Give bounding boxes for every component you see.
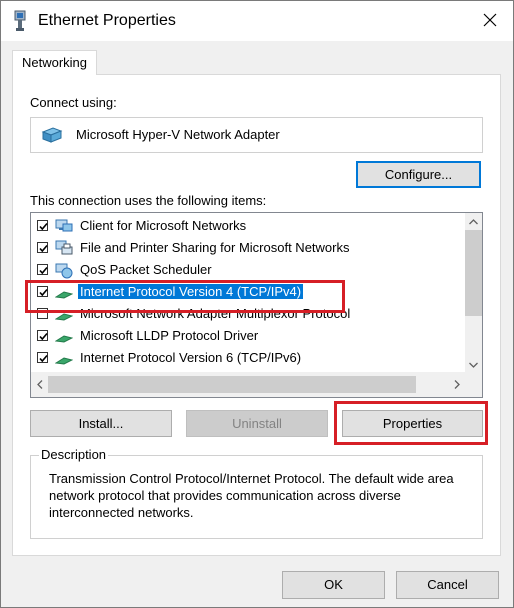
uninstall-button-label: Uninstall xyxy=(232,416,282,431)
items-list[interactable]: Client for Microsoft Networks File and P… xyxy=(30,212,483,398)
tab-networking[interactable]: Networking xyxy=(12,50,97,75)
properties-button-label: Properties xyxy=(382,416,443,431)
cancel-button-label: Cancel xyxy=(427,577,468,592)
ok-button[interactable]: OK xyxy=(282,571,385,599)
adapter-name: Microsoft Hyper-V Network Adapter xyxy=(76,127,280,142)
item-label: QoS Packet Scheduler xyxy=(80,262,212,277)
scroll-down-icon[interactable] xyxy=(465,356,482,373)
checkbox-file-printer-sharing[interactable] xyxy=(37,242,48,253)
uninstall-button[interactable]: Uninstall xyxy=(186,410,328,437)
vertical-scroll-thumb[interactable] xyxy=(465,230,482,316)
description-text: Transmission Control Protocol/Internet P… xyxy=(49,471,454,520)
protocol-icon xyxy=(54,349,74,367)
close-icon xyxy=(483,13,497,30)
vertical-scrollbar[interactable] xyxy=(465,213,482,373)
item-label: Client for Microsoft Networks xyxy=(80,218,247,233)
install-button[interactable]: Install... xyxy=(30,410,172,437)
checkbox-qos[interactable] xyxy=(37,264,48,275)
list-item-lldp[interactable]: Microsoft LLDP Protocol Driver xyxy=(31,325,459,347)
file-printer-sharing-icon xyxy=(55,239,73,257)
protocol-icon xyxy=(54,283,74,301)
list-item-multiplexor[interactable]: Microsoft Network Adapter Multiplexor Pr… xyxy=(31,303,459,325)
item-label: Microsoft Network Adapter Multiplexor Pr… xyxy=(80,306,351,321)
scroll-up-icon[interactable] xyxy=(465,213,482,230)
ethernet-properties-dialog: Ethernet Properties Networking Connect u… xyxy=(0,0,514,608)
client-network-icon xyxy=(55,217,73,235)
list-item-qos[interactable]: QoS Packet Scheduler xyxy=(31,259,459,281)
item-label: Internet Protocol Version 4 (TCP/IPv4) xyxy=(78,284,304,299)
adapter-field: Microsoft Hyper-V Network Adapter xyxy=(30,117,483,153)
item-label: File and Printer Sharing for Microsoft N… xyxy=(80,240,350,255)
close-button[interactable] xyxy=(467,1,513,41)
title-bar: Ethernet Properties xyxy=(1,1,513,41)
scroll-right-icon[interactable] xyxy=(448,376,465,393)
configure-button-label: Configure... xyxy=(384,167,453,182)
qos-scheduler-icon xyxy=(55,261,73,279)
item-label: Microsoft LLDP Protocol Driver xyxy=(80,328,259,343)
protocol-icon xyxy=(54,327,74,345)
list-item-ipv4[interactable]: Internet Protocol Version 4 (TCP/IPv4) xyxy=(31,281,459,303)
configure-button[interactable]: Configure... xyxy=(356,161,481,188)
description-group: Description Transmission Control Protoco… xyxy=(30,447,483,539)
window-title: Ethernet Properties xyxy=(38,12,176,29)
ethernet-adapter-icon xyxy=(12,10,28,32)
horizontal-scrollbar[interactable] xyxy=(31,372,482,397)
checkbox-client[interactable] xyxy=(37,220,48,231)
cancel-button[interactable]: Cancel xyxy=(396,571,499,599)
ok-button-label: OK xyxy=(324,577,343,592)
scroll-left-icon[interactable] xyxy=(31,376,48,393)
description-legend: Description xyxy=(39,447,109,462)
checkbox-ipv6[interactable] xyxy=(37,352,48,363)
checkbox-multiplexor[interactable] xyxy=(37,308,48,319)
checkbox-lldp[interactable] xyxy=(37,330,48,341)
connect-using-label: Connect using: xyxy=(30,95,117,110)
horizontal-scroll-thumb[interactable] xyxy=(48,376,416,393)
checkbox-ipv4[interactable] xyxy=(37,286,48,297)
list-item-file-printer-sharing[interactable]: File and Printer Sharing for Microsoft N… xyxy=(31,237,459,259)
properties-button[interactable]: Properties xyxy=(342,410,483,437)
item-label: Internet Protocol Version 6 (TCP/IPv6) xyxy=(80,350,302,365)
items-label: This connection uses the following items… xyxy=(30,193,267,208)
list-item-ipv6[interactable]: Internet Protocol Version 6 (TCP/IPv6) xyxy=(31,347,459,369)
network-adapter-icon xyxy=(41,126,63,147)
list-item-client[interactable]: Client for Microsoft Networks xyxy=(31,215,459,237)
install-button-label: Install... xyxy=(78,416,124,431)
protocol-icon xyxy=(54,305,74,323)
networking-panel: Connect using: Microsoft Hyper-V Network… xyxy=(12,74,501,556)
